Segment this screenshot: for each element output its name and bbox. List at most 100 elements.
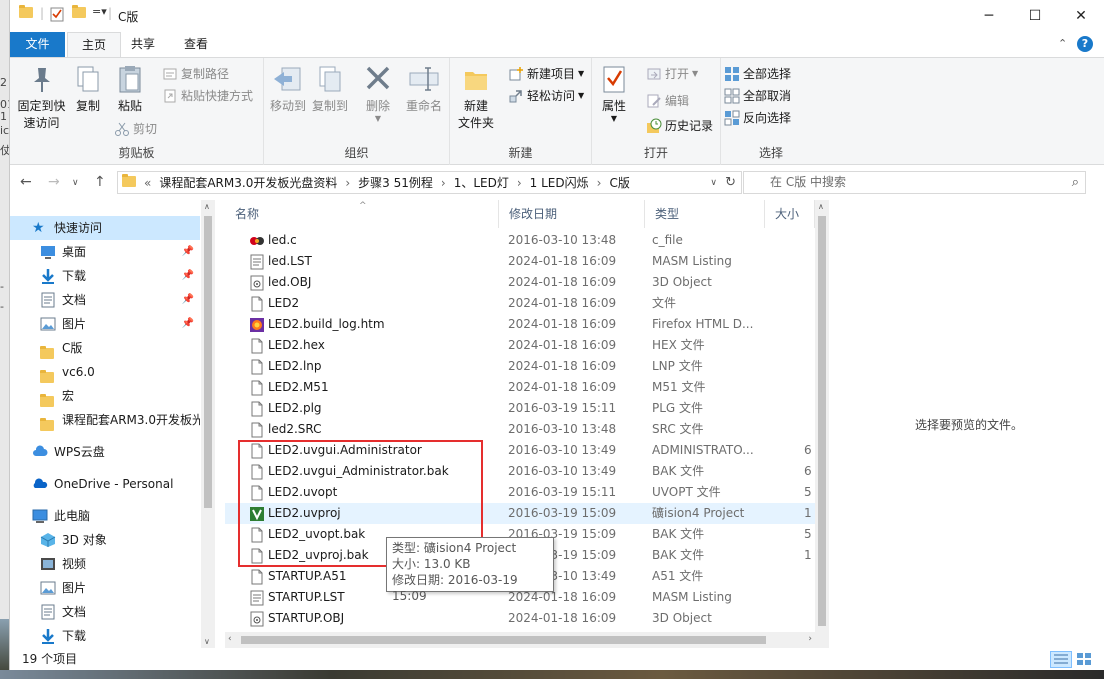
- up-arrow-icon[interactable]: ↑: [94, 174, 106, 190]
- breadcrumb-separator-icon[interactable]: ›: [517, 176, 522, 190]
- file-row[interactable]: LED2.build_log.htm 2024-01-18 16:09 Firefo…: [225, 314, 815, 335]
- file-row[interactable]: LED2.plg 2016-03-19 15:11 PLG 文件: [225, 398, 815, 419]
- new-folder-quick-icon[interactable]: [72, 5, 88, 23]
- move-to-button[interactable]: 移动到: [268, 64, 308, 115]
- address-bar[interactable]: « 课程配套ARM3.0开发板光盘资料 › 步骤3 51例程 › 1、LED灯 …: [117, 171, 742, 194]
- file-row[interactable]: led.LST 2024-01-18 16:09 MASM Listing: [225, 251, 815, 272]
- breadcrumb-overflow[interactable]: «: [144, 176, 151, 190]
- nav-folder-macro[interactable]: 宏: [10, 384, 200, 408]
- breadcrumb-current[interactable]: C版: [609, 174, 629, 191]
- forward-arrow-icon[interactable]: →: [48, 174, 60, 190]
- column-header-date[interactable]: 修改日期: [499, 200, 645, 228]
- new-folder-button[interactable]: 新建 文件夹: [456, 64, 496, 132]
- nav-documents-pc[interactable]: 文档: [10, 600, 200, 624]
- file-row[interactable]: LED2.lnp 2024-01-18 16:09 LNP 文件: [225, 356, 815, 377]
- nav-onedrive[interactable]: OneDrive - Personal: [10, 472, 200, 496]
- search-box[interactable]: 在 C版 中搜索 ⌕: [743, 171, 1086, 194]
- tab-share[interactable]: 共享: [117, 32, 169, 57]
- nav-wps-cloud[interactable]: WPS云盘: [10, 440, 200, 464]
- invert-selection-button[interactable]: 反向选择: [724, 108, 791, 128]
- back-arrow-icon[interactable]: ←: [20, 174, 32, 190]
- scroll-right-icon[interactable]: ›: [808, 634, 812, 644]
- scroll-left-icon[interactable]: ‹: [228, 634, 232, 644]
- pin-to-quick-access-button[interactable]: 固定到快 速访问: [14, 64, 69, 132]
- properties-quick-icon[interactable]: [50, 7, 66, 23]
- breadcrumb-separator-icon[interactable]: ›: [597, 176, 602, 190]
- tab-view[interactable]: 查看: [170, 32, 222, 57]
- file-row[interactable]: LED2.uvproj 2016-03-19 15:09 礦ision4 Proje…: [225, 503, 815, 524]
- select-all-button[interactable]: 全部选择: [724, 64, 791, 84]
- nav-folder-c[interactable]: C版: [10, 336, 200, 360]
- file-row[interactable]: led.c 2016-03-10 13:48 c_file: [225, 230, 815, 251]
- nav-scrollbar-thumb[interactable]: [204, 216, 212, 508]
- scroll-down-icon[interactable]: ∨: [204, 637, 210, 646]
- maximize-button[interactable]: ☐: [1012, 0, 1058, 31]
- nav-documents[interactable]: 文档 📌: [10, 288, 200, 312]
- history-button[interactable]: 历史记录: [646, 116, 713, 136]
- large-icons-view-icon[interactable]: [1074, 651, 1096, 668]
- cut-button[interactable]: 剪切: [114, 119, 157, 139]
- paste-button[interactable]: 粘贴: [110, 64, 150, 115]
- file-row[interactable]: LED2.M51 2024-01-18 16:09 M51 文件: [225, 377, 815, 398]
- delete-dropdown-icon[interactable]: ▼: [362, 115, 394, 123]
- breadcrumb-item[interactable]: 课程配套ARM3.0开发板光盘资料: [159, 174, 337, 191]
- nav-folder-course[interactable]: 课程配套ARM3.0开发板光: [10, 408, 200, 432]
- file-list-scrollbar[interactable]: ∧: [815, 200, 829, 648]
- column-header-type[interactable]: 类型: [645, 200, 765, 228]
- rename-button[interactable]: 重命名: [404, 64, 444, 115]
- delete-button[interactable]: 删除 ▼: [362, 64, 394, 123]
- file-row[interactable]: led2.SRC 2016-03-10 13:48 SRC 文件: [225, 419, 815, 440]
- copy-path-button[interactable]: 复制路径: [162, 64, 229, 84]
- scroll-up-icon[interactable]: ∧: [818, 202, 824, 211]
- refresh-icon[interactable]: ↻: [725, 175, 736, 190]
- collapse-ribbon-icon[interactable]: ⌃: [1058, 37, 1067, 50]
- close-button[interactable]: ✕: [1058, 0, 1104, 31]
- scroll-up-icon[interactable]: ∧: [204, 202, 210, 211]
- nav-quick-access[interactable]: ★ 快速访问: [10, 216, 200, 240]
- file-row[interactable]: LED2.uvgui_Administrator.bak 2016-03-10 1…: [225, 461, 815, 482]
- copy-to-button[interactable]: 复制到: [310, 64, 350, 115]
- breadcrumb-separator-icon[interactable]: ›: [441, 176, 446, 190]
- nav-folder-vc6[interactable]: vc6.0: [10, 360, 200, 384]
- file-row[interactable]: LED2.uvgui.Administrator 2016-03-10 13:49…: [225, 440, 815, 461]
- recent-locations-chevron-icon[interactable]: ∨: [72, 178, 79, 188]
- tab-file[interactable]: 文件: [10, 32, 65, 57]
- properties-button[interactable]: 属性 ▼: [596, 64, 632, 123]
- breadcrumb-item[interactable]: 1 LED闪烁: [530, 174, 589, 191]
- properties-dropdown-icon[interactable]: ▼: [596, 115, 632, 123]
- easy-access-button[interactable]: 轻松访问 ▼: [508, 86, 584, 106]
- nav-pictures-pc[interactable]: 图片: [10, 576, 200, 600]
- nav-desktop[interactable]: 桌面 📌: [10, 240, 200, 264]
- copy-button[interactable]: 复制: [70, 64, 106, 115]
- paste-shortcut-button[interactable]: 粘贴快捷方式: [162, 86, 253, 106]
- nav-3d-objects[interactable]: 3D 对象: [10, 528, 200, 552]
- nav-downloads[interactable]: 下载 📌: [10, 264, 200, 288]
- breadcrumb-item[interactable]: 步骤3 51例程: [358, 174, 433, 191]
- nav-videos[interactable]: 视频: [10, 552, 200, 576]
- file-row[interactable]: LED2 2024-01-18 16:09 文件: [225, 293, 815, 314]
- column-header-size[interactable]: 大小: [765, 200, 815, 228]
- breadcrumb-separator-icon[interactable]: ›: [345, 176, 350, 190]
- nav-pictures[interactable]: 图片 📌: [10, 312, 200, 336]
- file-row[interactable]: led.OBJ 2024-01-18 16:09 3D Object: [225, 272, 815, 293]
- open-button[interactable]: 打开 ▼: [646, 64, 698, 84]
- file-row[interactable]: LED2.hex 2024-01-18 16:09 HEX 文件: [225, 335, 815, 356]
- minimize-button[interactable]: ─: [966, 0, 1012, 31]
- help-icon[interactable]: ?: [1077, 36, 1093, 52]
- file-row[interactable]: STARTUP.OBJ 2024-01-18 16:09 3D Object: [225, 608, 815, 629]
- select-none-button[interactable]: 全部取消: [724, 86, 791, 106]
- address-dropdown-icon[interactable]: ∨: [710, 178, 717, 188]
- list-scrollbar-thumb[interactable]: [818, 216, 826, 626]
- breadcrumb-item[interactable]: 1、LED灯: [454, 174, 509, 191]
- tab-home[interactable]: 主页: [67, 32, 122, 57]
- nav-pane-scrollbar[interactable]: ∧ ∨: [201, 200, 215, 648]
- details-view-icon[interactable]: [1050, 651, 1072, 668]
- customize-quick-access-icon[interactable]: =▾: [92, 5, 107, 18]
- horizontal-scrollbar-thumb[interactable]: [241, 636, 766, 644]
- horizontal-scrollbar[interactable]: ‹ ›: [225, 632, 815, 648]
- file-row[interactable]: LED2.uvopt 2016-03-19 15:11 UVOPT 文件 5: [225, 482, 815, 503]
- nav-downloads-pc[interactable]: 下载: [10, 624, 200, 648]
- nav-this-pc[interactable]: 此电脑: [10, 504, 200, 528]
- new-item-button[interactable]: 新建项目 ▼: [508, 64, 584, 84]
- column-header-name[interactable]: 名称 ^: [225, 200, 499, 228]
